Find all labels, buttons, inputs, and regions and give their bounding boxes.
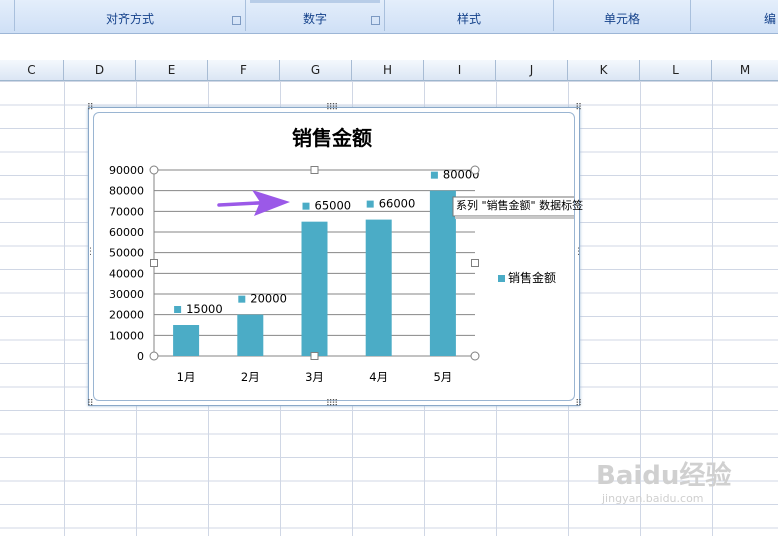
ribbon-group-edge bbox=[0, 0, 15, 31]
y-tick-label[interactable]: 80000 bbox=[109, 185, 144, 198]
resize-handle-bottom[interactable]: ⠿⠿ bbox=[326, 400, 338, 409]
bar[interactable] bbox=[173, 325, 200, 356]
y-tick-label[interactable]: 20000 bbox=[109, 309, 144, 322]
ribbon-group-editing-label: 编 bbox=[763, 12, 776, 26]
x-tick-label[interactable]: 1月 bbox=[177, 370, 196, 384]
column-header-l[interactable]: L bbox=[640, 60, 712, 81]
ribbon-group-cells-label: 单元格 bbox=[603, 12, 640, 26]
plot-edge-handle[interactable] bbox=[310, 352, 319, 360]
resize-handle-right[interactable]: ⋮ bbox=[574, 248, 583, 257]
ribbon-group-cells[interactable]: 单元格 bbox=[554, 0, 691, 31]
dialog-launcher-icon[interactable] bbox=[371, 16, 380, 25]
column-header-h[interactable]: H bbox=[352, 60, 424, 81]
data-label-marker[interactable] bbox=[366, 200, 374, 208]
watermark-brand: Baidu经验 bbox=[596, 461, 732, 491]
purple-arrow-icon bbox=[217, 190, 290, 216]
resize-handle-left[interactable]: ⋮ bbox=[86, 248, 95, 257]
chart-object[interactable]: 销售金额 0 10000 20000 30000 40000 50000 60000 7000… bbox=[86, 104, 604, 409]
column-header-g[interactable]: G bbox=[280, 60, 352, 81]
y-tick-label[interactable]: 10000 bbox=[109, 329, 144, 342]
ribbon-group-styles-label: 样式 bbox=[456, 12, 481, 26]
plot-corner-handle[interactable] bbox=[149, 351, 159, 361]
dialog-launcher-icon[interactable] bbox=[232, 16, 241, 25]
y-tick-label[interactable]: 40000 bbox=[109, 267, 144, 280]
ribbon-group-number-label: 数字 bbox=[302, 12, 327, 26]
resize-handle-bottom-right[interactable]: ⠿ bbox=[575, 400, 582, 409]
chart-svg[interactable]: 销售金额 0 10000 20000 30000 40000 50000 60000 7000… bbox=[94, 113, 604, 400]
plot-corner-handle[interactable] bbox=[149, 165, 159, 175]
resize-handle-top-left[interactable]: ⠿ bbox=[87, 104, 94, 113]
column-header-i[interactable]: I bbox=[424, 60, 496, 81]
ribbon-group-alignment-label: 对齐方式 bbox=[105, 12, 154, 26]
x-tick-label[interactable]: 4月 bbox=[369, 370, 388, 384]
bar[interactable] bbox=[301, 221, 328, 356]
x-tick-label[interactable]: 2月 bbox=[241, 370, 260, 384]
watermark-url: jingyan.baidu.com bbox=[602, 492, 704, 505]
data-label-marker[interactable] bbox=[238, 295, 246, 303]
resize-handle-top-right[interactable]: ⠿ bbox=[575, 104, 582, 113]
y-tick-label[interactable]: 0 bbox=[137, 350, 144, 363]
plot-corner-handle[interactable] bbox=[470, 165, 480, 175]
data-label-marker[interactable] bbox=[174, 306, 182, 313]
bar[interactable] bbox=[365, 219, 392, 356]
ribbon-group-alignment[interactable]: 对齐方式 bbox=[15, 0, 246, 31]
data-label[interactable]: 20000 bbox=[250, 292, 287, 306]
data-label-marker[interactable] bbox=[430, 171, 438, 179]
bar[interactable] bbox=[429, 190, 456, 356]
y-tick-label[interactable]: 30000 bbox=[109, 288, 144, 301]
ribbon-group-number[interactable]: 数字 bbox=[246, 0, 385, 31]
ribbon-group-editing[interactable]: 编 bbox=[691, 0, 778, 31]
formula-bar-area bbox=[0, 34, 778, 61]
ribbon-group-styles[interactable]: 样式 bbox=[385, 0, 554, 31]
data-label[interactable]: 65000 bbox=[315, 199, 352, 213]
legend-entry[interactable]: 销售金额 bbox=[508, 270, 556, 285]
x-tick-label[interactable]: 3月 bbox=[305, 370, 324, 384]
plot-edge-handle[interactable] bbox=[150, 259, 158, 267]
column-header-c[interactable]: C bbox=[0, 60, 64, 81]
data-label[interactable]: 66000 bbox=[379, 197, 416, 211]
data-label[interactable]: 15000 bbox=[186, 302, 223, 316]
number-format-box[interactable] bbox=[250, 0, 380, 3]
y-axis-ticks[interactable]: 0 10000 20000 30000 40000 50000 60000 70000 8000… bbox=[109, 164, 144, 363]
y-tick-label[interactable]: 90000 bbox=[109, 164, 144, 177]
column-header-m[interactable]: M bbox=[712, 60, 778, 81]
plot-corner-handle[interactable] bbox=[470, 351, 480, 361]
x-axis-ticks[interactable]: 1月 2月 3月 4月 5月 bbox=[177, 370, 453, 384]
x-tick-label[interactable]: 5月 bbox=[433, 370, 452, 384]
chart-area[interactable]: 销售金额 0 10000 20000 30000 40000 50000 60000 7000… bbox=[93, 112, 604, 401]
y-tick-label[interactable]: 50000 bbox=[109, 247, 144, 260]
chart-title[interactable]: 销售金额 bbox=[292, 126, 372, 150]
tooltip-text: 系列 "销售金额" 数据标签 bbox=[456, 199, 584, 212]
resize-handle-bottom-left[interactable]: ⠿ bbox=[87, 400, 94, 409]
column-header-k[interactable]: K bbox=[568, 60, 640, 81]
column-header-e[interactable]: E bbox=[136, 60, 208, 81]
y-tick-label[interactable]: 60000 bbox=[109, 226, 144, 239]
y-tick-label[interactable]: 70000 bbox=[109, 205, 144, 218]
data-label-marker[interactable] bbox=[302, 202, 310, 210]
plot-edge-handle[interactable] bbox=[471, 259, 479, 267]
resize-handle-top[interactable]: ⠿⠿ bbox=[326, 104, 338, 113]
column-header-d[interactable]: D bbox=[64, 60, 136, 81]
column-header-j[interactable]: J bbox=[496, 60, 568, 81]
plot-edge-handle[interactable] bbox=[310, 166, 319, 174]
legend-swatch bbox=[498, 275, 505, 282]
bar[interactable] bbox=[237, 314, 264, 356]
ribbon: 对齐方式 数字 样式 单元格 编 bbox=[0, 0, 778, 34]
column-header-f[interactable]: F bbox=[208, 60, 280, 81]
baidu-watermark: Baidu经验 jingyan.baidu.com bbox=[596, 455, 766, 525]
